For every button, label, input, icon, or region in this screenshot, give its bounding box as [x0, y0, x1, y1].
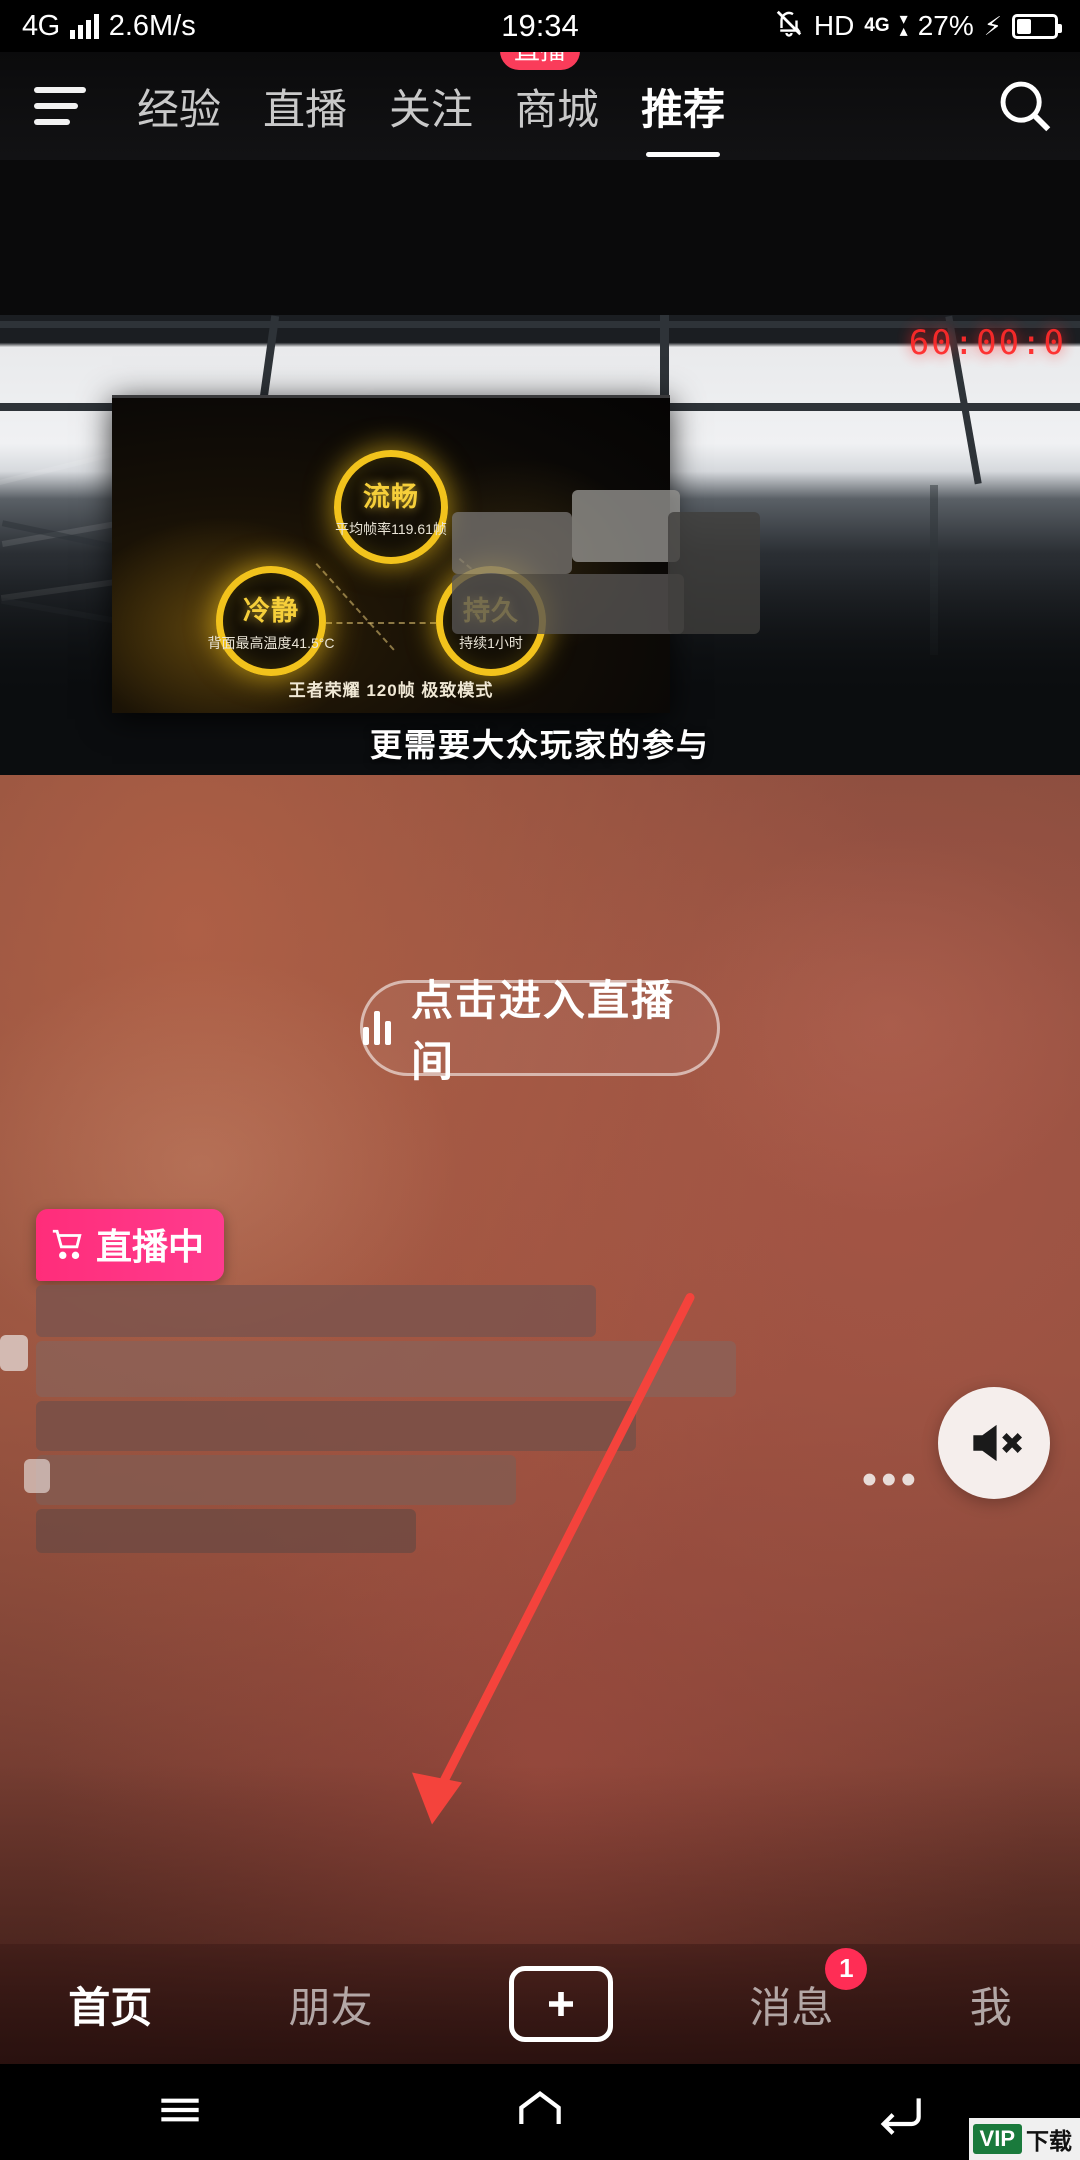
recents-menu-icon[interactable]	[152, 2082, 208, 2143]
nav-tab-jingyan[interactable]: 经验	[116, 76, 242, 137]
bottom-tab-profile[interactable]: 我	[970, 1974, 1012, 2035]
mosaic-block	[36, 1341, 736, 1397]
bottom-tab-home[interactable]: 首页	[68, 1974, 152, 2035]
mosaic-block	[668, 512, 760, 634]
video-timer-overlay: 60:00:0	[908, 323, 1066, 363]
nav-tab-label: 商城	[515, 85, 600, 133]
create-post-button[interactable]	[508, 1966, 613, 2042]
video-feed-area[interactable]: 60:00:0 流畅 平均帧率119.61帧 冷静 背面最高温度41.5°C 持…	[0, 160, 1080, 2064]
mosaic-block	[24, 1459, 50, 1493]
nav-tab-shangcheng[interactable]: 直播 商城	[494, 31, 620, 137]
mosaic-block	[572, 490, 680, 562]
mosaic-block	[36, 1455, 516, 1505]
nav-tab-label: 关注	[389, 85, 474, 133]
shopping-cart-icon	[52, 1229, 82, 1260]
live-selling-label: 直播中	[96, 1226, 205, 1267]
video-letterbox	[0, 160, 1080, 315]
status-bar: 4G 2.6M/s 19:34 HD 4G ▾ ▴ 27% ⚡	[0, 0, 1080, 52]
bottom-tab-label: 首页	[68, 1983, 153, 2031]
mute-toggle-button[interactable]	[938, 1387, 1050, 1499]
top-navigation-bar: 经验 直播 关注 直播 商城 推荐	[0, 31, 1080, 160]
live-selling-badge[interactable]: 直播中	[36, 1209, 225, 1281]
bottom-tab-label: 我	[969, 1983, 1012, 2031]
nav-tab-label: 推荐	[641, 85, 726, 133]
search-icon[interactable]	[970, 75, 1080, 137]
mosaic-block	[0, 1335, 28, 1371]
nav-tab-list: 经验 直播 关注 直播 商城 推荐	[116, 31, 970, 157]
data-type-label: 4G	[864, 15, 890, 36]
status-clock: 19:34	[501, 8, 579, 43]
mosaic-block	[36, 1509, 416, 1553]
connector-line	[326, 622, 436, 624]
charging-bolt-icon: ⚡	[983, 10, 1002, 41]
site-watermark: VIP 下载	[968, 2118, 1080, 2160]
metric-sub: 背面最高温度41.5°C	[207, 635, 335, 651]
watermark-text: 下载	[1026, 2128, 1072, 2154]
bottom-tab-label: 朋友	[288, 1983, 373, 2031]
mosaic-block	[452, 574, 684, 634]
mosaic-block	[452, 512, 572, 574]
nav-tab-tuijian[interactable]: 推荐	[620, 76, 746, 157]
bottom-tab-bar: 首页 朋友 消息 1 我	[0, 1944, 1080, 2064]
battery-icon	[1012, 13, 1062, 39]
signal-strength-icon	[69, 13, 99, 39]
bottom-tab-label: 消息	[749, 1983, 834, 2031]
next-post-preview[interactable]: 点击进入直播间 直播中 •••	[0, 775, 1080, 2064]
bottom-tab-friends[interactable]: 朋友	[289, 1974, 373, 2035]
android-navigation-bar	[0, 2064, 1080, 2160]
home-icon[interactable]	[512, 2082, 568, 2143]
enter-live-room-label: 点击进入直播间	[411, 977, 676, 1085]
equalizer-bars-icon	[363, 1011, 391, 1045]
active-tab-indicator	[646, 151, 721, 157]
hd-label: HD	[813, 10, 855, 41]
network-type-label: 4G	[22, 9, 60, 42]
bell-off-icon	[774, 8, 804, 45]
watermark-brand: VIP	[972, 2124, 1022, 2154]
metric-circle-fluency: 流畅 平均帧率119.61帧	[334, 450, 448, 564]
nav-tab-label: 经验	[137, 85, 222, 133]
metric-title: 冷静	[243, 596, 299, 626]
ellipsis-icon[interactable]: •••	[862, 1455, 920, 1505]
video-caption: 更需要大众玩家的参与	[369, 727, 710, 763]
speaker-muted-icon	[973, 1424, 1023, 1462]
mosaic-block	[36, 1285, 596, 1337]
battery-percent-label: 27%	[917, 10, 974, 41]
data-activity-icon: ▾ ▴	[899, 11, 908, 40]
back-icon[interactable]	[872, 2082, 928, 2143]
hamburger-menu-icon[interactable]	[34, 87, 86, 125]
plus-icon	[548, 1992, 573, 2016]
metric-title: 流畅	[363, 482, 419, 512]
nav-tab-label: 直播	[263, 85, 348, 133]
metric-circle-cool: 冷静 背面最高温度41.5°C	[208, 566, 334, 676]
metric-sub: 持续1小时	[459, 635, 523, 651]
enter-live-room-button[interactable]: 点击进入直播间	[360, 977, 720, 1085]
network-speed-label: 2.6M/s	[108, 9, 196, 42]
nav-tab-guanzhu[interactable]: 关注	[368, 76, 494, 137]
background-blur	[660, 835, 1080, 1215]
nav-tab-zhibo[interactable]: 直播	[242, 76, 368, 137]
mosaic-block	[36, 1401, 636, 1451]
bottom-tab-messages[interactable]: 消息 1	[749, 1947, 868, 2035]
phone-screen: 4G 2.6M/s 19:34 HD 4G ▾ ▴ 27% ⚡ 经验 直播 关注…	[0, 0, 1080, 2160]
message-count-badge: 1	[825, 1947, 868, 1990]
metric-sub: 平均帧率119.61帧	[335, 521, 447, 537]
infographic-caption: 王者荣耀 120帧 极致模式	[288, 681, 494, 700]
